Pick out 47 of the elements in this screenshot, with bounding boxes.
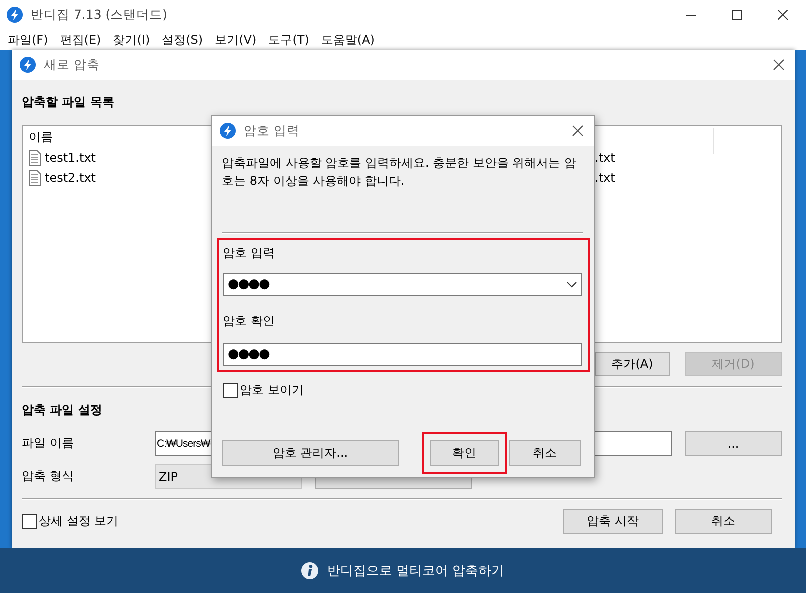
close-icon[interactable] (572, 125, 584, 137)
app-logo-icon (7, 7, 23, 23)
password-combo-field[interactable]: ●●●● (223, 273, 582, 296)
browse-button[interactable]: ... (685, 431, 782, 456)
checkbox[interactable] (223, 383, 238, 398)
dialog-title: 암호 입력 (244, 122, 300, 140)
start-button[interactable]: 압축 시작 (563, 509, 663, 534)
menu-item[interactable]: 도구(T) (268, 32, 314, 48)
close-icon[interactable] (778, 10, 788, 20)
app-logo-icon (220, 123, 236, 139)
maximize-icon[interactable] (732, 10, 742, 20)
cancel-button[interactable]: 취소 (509, 440, 581, 466)
info-icon (301, 562, 320, 580)
field-label: 암호 입력 (223, 245, 276, 261)
file-name[interactable]: test2.txt (45, 171, 96, 185)
menu-item[interactable]: 설정(S) (161, 32, 208, 48)
file-icon (29, 150, 41, 166)
menu-item[interactable]: 도움말(A) (320, 32, 380, 48)
instruction-text: 압축파일에 사용할 암호를 입력하세요. 충분한 보안을 위해서는 암호는 8자 이상을 사용해야 합니다. (222, 155, 578, 190)
menu-item[interactable]: 편집(E) (59, 32, 106, 48)
field-label: 파일 이름 (22, 435, 75, 452)
password-field[interactable]: ●●●● (223, 343, 582, 366)
checkbox-label: 암호 보이기 (240, 382, 304, 399)
app-logo-icon (20, 57, 36, 73)
section-heading: 압축할 파일 목록 (22, 94, 116, 110)
menu-item[interactable]: 보기(V) (214, 32, 262, 48)
cancel-button[interactable]: 취소 (675, 509, 772, 534)
list-button[interactable]: 추가(A) (595, 352, 670, 376)
checkbox[interactable] (22, 514, 37, 529)
table-cell-text: .txt (595, 151, 616, 165)
ok-button[interactable]: 확인 (430, 440, 499, 466)
field-label: 압축 형식 (22, 468, 75, 485)
status-text: 반디집으로 멀티코어 압축하기 (327, 562, 505, 580)
window-title: 반디집 7.13 (스탠더드) (31, 6, 168, 24)
file-name[interactable]: test1.txt (45, 151, 96, 165)
chevron-down-icon[interactable] (567, 282, 577, 288)
menu-item[interactable]: 파일(F) (7, 32, 54, 48)
table-cell-text: .txt (595, 171, 616, 185)
manager-button[interactable]: 암호 관리자... (222, 440, 399, 466)
column-header[interactable]: 이름 (29, 128, 53, 146)
menu-item[interactable]: 찾기(I) (112, 32, 156, 48)
dialog-title: 새로 압축 (44, 56, 100, 74)
file-icon (29, 170, 41, 186)
close-icon[interactable] (773, 59, 785, 71)
section-heading: 압축 파일 설정 (22, 402, 104, 418)
field-label: 암호 확인 (223, 313, 276, 329)
checkbox-label: 상세 설정 보기 (39, 513, 119, 530)
